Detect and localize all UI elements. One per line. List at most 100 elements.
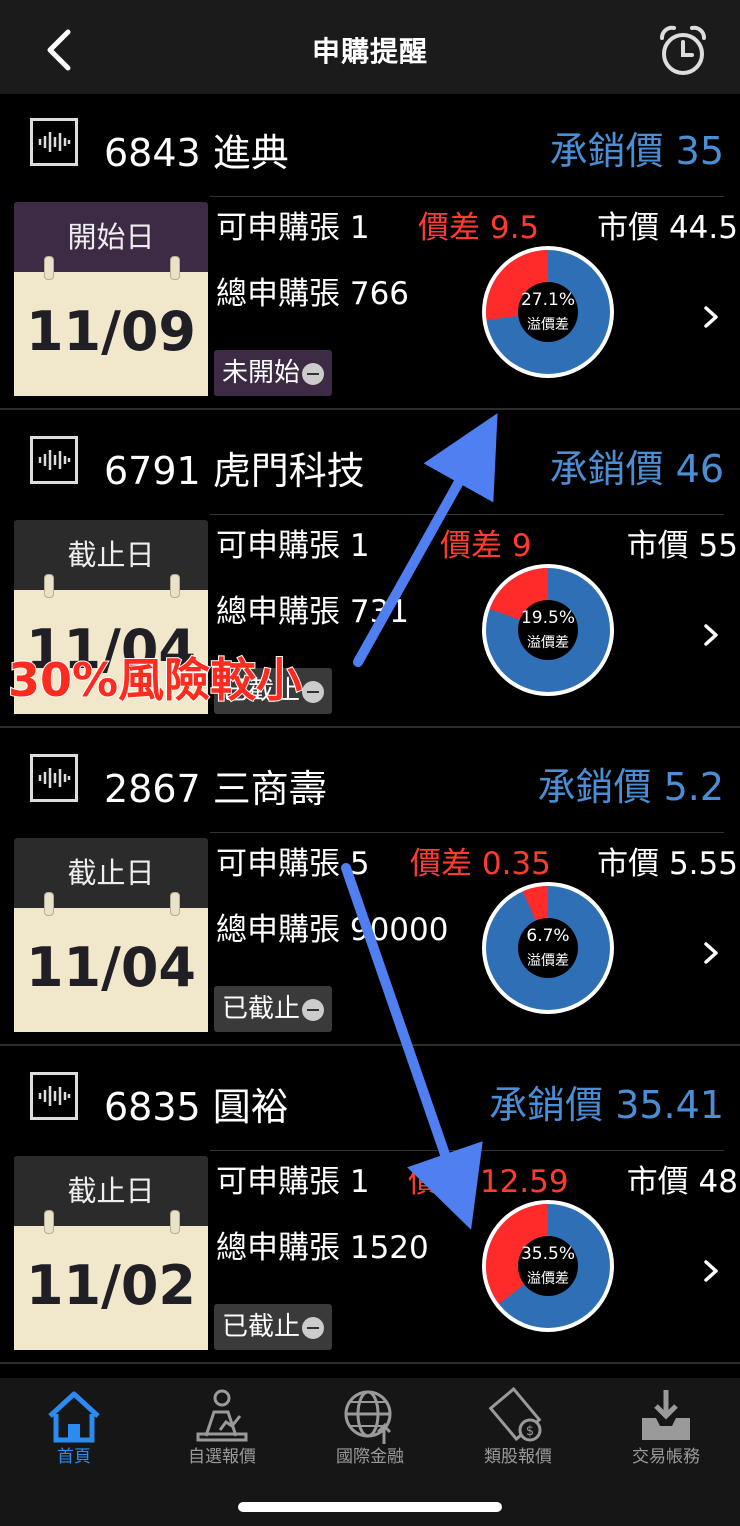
premium-label: 溢價差: [527, 1271, 569, 1287]
calendar-ring: [170, 1210, 180, 1234]
calendar-body: 11/02: [14, 1226, 208, 1350]
total-applied-lots: 總申購張 1520: [216, 1230, 429, 1266]
premium-label: 溢價差: [527, 953, 569, 969]
underwriting-price: 承銷價 5.2: [537, 765, 724, 809]
premium-donut-chart: [482, 564, 614, 696]
globe-icon: [344, 1390, 392, 1444]
premium-percent: 6.7%: [526, 926, 570, 946]
available-lots: 可申購張 1: [216, 528, 370, 564]
row-divider: [0, 408, 740, 410]
status-badge[interactable]: 已截止: [214, 1304, 333, 1350]
stock-name: 6791 虎門科技: [104, 449, 365, 493]
tab-label: 類股報價: [484, 1447, 552, 1467]
chevron-right-icon[interactable]: [700, 620, 722, 650]
calendar-ring: [170, 256, 180, 280]
market-price: 市價 44.5: [597, 210, 738, 246]
total-applied-lots: 總申購張 766: [216, 276, 410, 312]
premium-label: 溢價差: [527, 635, 569, 651]
underwriting-price: 承銷價 35.41: [489, 1083, 724, 1127]
premium-donut-chart: [482, 246, 614, 378]
calendar-ring: [44, 892, 54, 916]
calendar-ring: [44, 256, 54, 280]
top-bar: 申購提醒: [0, 0, 740, 94]
calendar-label: 截止日: [67, 856, 155, 890]
stock-name: 6843 進典: [104, 131, 289, 175]
tab-trading-account[interactable]: 交易帳務: [592, 1378, 740, 1482]
status-text: 未開始: [222, 358, 301, 388]
tab-watchlist[interactable]: 自選報價: [148, 1378, 296, 1482]
minus-circle-icon: [302, 680, 325, 703]
home-icon: [48, 1391, 100, 1443]
inbox-download-icon: [642, 1390, 690, 1440]
price-spread: 價差 9.5: [418, 210, 540, 246]
calendar-date: 11/09: [25, 300, 196, 363]
premium-percent: 35.5%: [520, 1244, 575, 1264]
calendar-ring: [44, 1210, 54, 1234]
premium-percent: 19.5%: [520, 608, 575, 628]
film-coin-icon: $: [488, 1386, 542, 1442]
tab-home[interactable]: 首頁: [0, 1378, 148, 1482]
total-applied-lots: 總申購張 731: [216, 594, 410, 630]
premium-donut-chart: [482, 882, 614, 1014]
status-text: 已截止: [222, 994, 301, 1024]
tab-label: 首頁: [57, 1447, 91, 1467]
chevron-right-icon[interactable]: [700, 1256, 722, 1286]
row-divider: [0, 726, 740, 728]
calendar-label: 截止日: [67, 538, 155, 572]
divider: [210, 832, 724, 833]
available-lots: 可申購張 5: [216, 846, 370, 882]
tab-label: 自選報價: [188, 1447, 256, 1467]
row-divider: [0, 1362, 740, 1364]
row-divider: [0, 1044, 740, 1046]
divider: [210, 514, 724, 515]
price-spread: 價差 0.35: [410, 846, 551, 882]
price-spread: 價差 9: [440, 528, 532, 564]
underwriting-price: 承銷價 46: [549, 447, 724, 491]
stock-name: 2867 三商壽: [104, 767, 327, 811]
tab-label: 國際金融: [336, 1447, 404, 1467]
chevron-right-icon[interactable]: [700, 302, 722, 332]
waveform-icon: [30, 118, 78, 166]
tab-international[interactable]: 國際金融: [296, 1378, 444, 1482]
premium-percent: 27.1%: [520, 290, 575, 310]
price-spread: 價差 12.59: [408, 1164, 569, 1200]
available-lots: 可申購張 1: [216, 1164, 370, 1200]
waveform-icon: [30, 1072, 78, 1120]
calendar-ring: [170, 574, 180, 598]
calendar-body: 11/09: [14, 272, 208, 396]
divider: [210, 196, 724, 197]
stock-name: 6835 圓裕: [104, 1085, 289, 1129]
annotation-text: 30%風險較小: [7, 652, 303, 708]
ipo-card[interactable]: 2867 三商壽 承銷價 5.2 截止日 11/04 可申購張 5 價差 0.3…: [0, 730, 740, 1046]
calendar-date: 11/04: [25, 936, 196, 999]
status-badge[interactable]: 已截止: [214, 986, 333, 1032]
calendar-ring: [170, 892, 180, 916]
page-title: 申購提醒: [311, 35, 428, 68]
person-chart-icon: [196, 1389, 248, 1442]
market-price: 市價 48: [626, 1164, 738, 1200]
waveform-icon: [30, 436, 78, 484]
calendar-label: 截止日: [67, 1174, 155, 1208]
calendar-ring: [44, 574, 54, 598]
minus-circle-icon: [302, 1316, 325, 1339]
svg-text:$: $: [526, 1424, 534, 1439]
calendar-label: 開始日: [67, 220, 155, 254]
tab-label: 交易帳務: [632, 1447, 700, 1467]
ipo-card[interactable]: 6835 圓裕 承銷價 35.41 截止日 11/02 可申購張 1 價差 12…: [0, 1048, 740, 1364]
status-text: 已截止: [222, 1312, 301, 1342]
alarm-clock-icon[interactable]: [656, 24, 710, 78]
home-indicator: [238, 1502, 502, 1512]
premium-donut-chart: [482, 1200, 614, 1332]
divider: [210, 1150, 724, 1151]
total-applied-lots: 總申購張 90000: [216, 912, 449, 948]
calendar-body: 11/04: [14, 908, 208, 1032]
calendar-icon: 開始日 11/09: [14, 202, 208, 396]
market-price: 市價 55: [626, 528, 738, 564]
status-badge[interactable]: 未開始: [214, 350, 333, 396]
chevron-right-icon[interactable]: [700, 938, 722, 968]
premium-label: 溢價差: [527, 317, 569, 333]
tab-sector-quotes[interactable]: $ 類股報價: [444, 1378, 592, 1482]
calendar-icon: 截止日 11/04: [14, 838, 208, 1032]
ipo-card[interactable]: 6843 進典 承銷價 35 開始日 11/09 可申購張 1 價差 9.5 市…: [0, 94, 740, 410]
available-lots: 可申購張 1: [216, 210, 370, 246]
